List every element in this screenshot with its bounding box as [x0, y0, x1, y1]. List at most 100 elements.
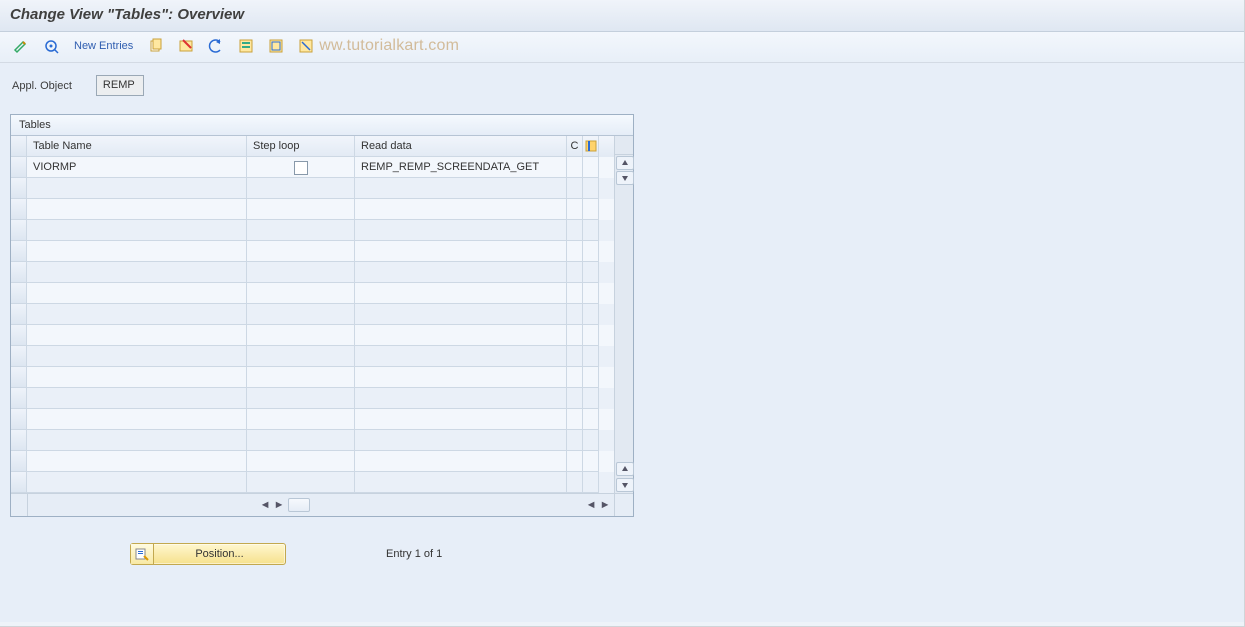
copy-as-icon[interactable]: [143, 36, 169, 56]
select-all-icon[interactable]: [233, 36, 259, 56]
cell-read-data[interactable]: REMP_REMP_SCREENDATA_GET: [355, 157, 567, 178]
cell-step-loop[interactable]: [247, 388, 355, 409]
cell-last[interactable]: [567, 451, 583, 472]
table-row[interactable]: [11, 304, 614, 325]
table-row[interactable]: [11, 367, 614, 388]
cell-table-name[interactable]: [27, 367, 247, 388]
cell-step-loop[interactable]: [247, 409, 355, 430]
horizontal-scrollbar[interactable]: ◄ ► ◄ ►: [11, 493, 633, 516]
col-step-loop[interactable]: Step loop: [247, 136, 355, 157]
hscroll-left2-icon[interactable]: ◄: [586, 499, 596, 511]
cell-table-name[interactable]: [27, 346, 247, 367]
row-selector[interactable]: [11, 178, 27, 199]
cell-step-loop[interactable]: [247, 241, 355, 262]
row-selector[interactable]: [11, 409, 27, 430]
cell-read-data[interactable]: [355, 346, 567, 367]
col-table-name[interactable]: Table Name: [27, 136, 247, 157]
row-selector[interactable]: [11, 451, 27, 472]
row-selector[interactable]: [11, 346, 27, 367]
cell-table-name[interactable]: [27, 472, 247, 493]
hscroll-right2-icon[interactable]: ►: [600, 499, 610, 511]
row-selector[interactable]: [11, 220, 27, 241]
hscroll-grip[interactable]: [288, 498, 310, 512]
vertical-scrollbar[interactable]: [614, 136, 633, 493]
new-entries-button[interactable]: New Entries: [68, 40, 139, 52]
table-row[interactable]: [11, 409, 614, 430]
grid-config-icon[interactable]: [583, 136, 599, 157]
cell-table-name[interactable]: [27, 388, 247, 409]
cell-step-loop[interactable]: [247, 367, 355, 388]
table-row[interactable]: [11, 430, 614, 451]
hscroll-left-icon[interactable]: ◄: [260, 499, 270, 511]
toggle-change-icon[interactable]: [8, 36, 34, 56]
cell-last[interactable]: [567, 367, 583, 388]
cell-read-data[interactable]: [355, 325, 567, 346]
table-row[interactable]: [11, 325, 614, 346]
cell-read-data[interactable]: [355, 178, 567, 199]
row-selector[interactable]: [11, 325, 27, 346]
cell-table-name[interactable]: [27, 430, 247, 451]
row-selector[interactable]: [11, 304, 27, 325]
cell-step-loop[interactable]: [247, 283, 355, 304]
cell-table-name[interactable]: [27, 220, 247, 241]
cell-last[interactable]: [567, 346, 583, 367]
cell-table-name[interactable]: [27, 283, 247, 304]
table-row[interactable]: VIORMP REMP_REMP_SCREENDATA_GET: [11, 157, 614, 178]
step-loop-checkbox[interactable]: [294, 161, 308, 175]
col-read-data[interactable]: Read data: [355, 136, 567, 157]
cell-step-loop[interactable]: [247, 157, 355, 178]
cell-last[interactable]: [567, 430, 583, 451]
table-row[interactable]: [11, 472, 614, 493]
cell-last[interactable]: [567, 157, 583, 178]
row-selector[interactable]: [11, 430, 27, 451]
cell-read-data[interactable]: [355, 388, 567, 409]
cell-table-name[interactable]: [27, 304, 247, 325]
undo-change-icon[interactable]: [203, 36, 229, 56]
cell-last[interactable]: [567, 283, 583, 304]
delete-icon[interactable]: [173, 36, 199, 56]
cell-read-data[interactable]: [355, 220, 567, 241]
table-row[interactable]: [11, 220, 614, 241]
row-selector[interactable]: [11, 262, 27, 283]
cell-read-data[interactable]: [355, 451, 567, 472]
cell-step-loop[interactable]: [247, 325, 355, 346]
cell-table-name[interactable]: VIORMP: [27, 157, 247, 178]
row-selector[interactable]: [11, 241, 27, 262]
cell-table-name[interactable]: [27, 241, 247, 262]
cell-last[interactable]: [567, 388, 583, 409]
cell-table-name[interactable]: [27, 262, 247, 283]
cell-table-name[interactable]: [27, 451, 247, 472]
col-last[interactable]: C: [567, 136, 583, 157]
cell-table-name[interactable]: [27, 178, 247, 199]
cell-last[interactable]: [567, 325, 583, 346]
cell-last[interactable]: [567, 409, 583, 430]
position-button[interactable]: Position...: [130, 543, 286, 565]
table-row[interactable]: [11, 178, 614, 199]
row-selector[interactable]: [11, 199, 27, 220]
select-block-icon[interactable]: [263, 36, 289, 56]
hscroll-right-icon[interactable]: ►: [274, 499, 284, 511]
table-row[interactable]: [11, 199, 614, 220]
cell-read-data[interactable]: [355, 472, 567, 493]
cell-table-name[interactable]: [27, 199, 247, 220]
row-selector[interactable]: [11, 367, 27, 388]
cell-last[interactable]: [567, 220, 583, 241]
cell-step-loop[interactable]: [247, 199, 355, 220]
row-selector[interactable]: [11, 472, 27, 493]
cell-read-data[interactable]: [355, 262, 567, 283]
table-row[interactable]: [11, 283, 614, 304]
appl-object-value[interactable]: REMP: [96, 75, 144, 96]
cell-step-loop[interactable]: [247, 472, 355, 493]
cell-last[interactable]: [567, 472, 583, 493]
cell-last[interactable]: [567, 178, 583, 199]
table-row[interactable]: [11, 346, 614, 367]
cell-step-loop[interactable]: [247, 220, 355, 241]
cell-step-loop[interactable]: [247, 451, 355, 472]
scroll-down-icon[interactable]: [616, 171, 634, 185]
cell-read-data[interactable]: [355, 283, 567, 304]
cell-step-loop[interactable]: [247, 304, 355, 325]
cell-last[interactable]: [567, 241, 583, 262]
grid-select-header[interactable]: [11, 136, 27, 157]
cell-read-data[interactable]: [355, 367, 567, 388]
cell-last[interactable]: [567, 262, 583, 283]
